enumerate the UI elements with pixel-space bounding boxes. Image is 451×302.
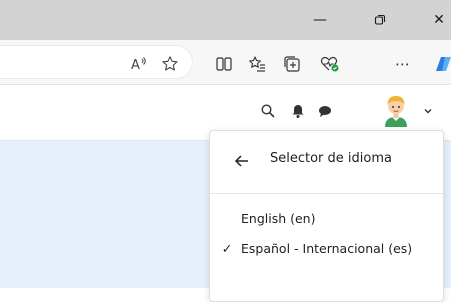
search-icon[interactable] [256, 99, 280, 123]
browser-title-bar: — ✕ [0, 0, 451, 40]
language-selector-menu: Selector de idioma English ‎(en)‎ ✓ Espa… [209, 130, 444, 302]
maximize-button[interactable] [366, 6, 394, 34]
browser-toolbar: A ⋯ [0, 40, 451, 85]
maximize-icon [374, 14, 386, 25]
chat-icon[interactable] [313, 99, 337, 123]
language-menu-header: Selector de idioma [210, 131, 443, 194]
language-option-spanish[interactable]: ✓ Español - Internacional ‎(es)‎ [210, 235, 443, 263]
favorites-icon[interactable] [245, 52, 269, 76]
language-option-label: Español - Internacional ‎(es)‎ [241, 241, 413, 256]
language-option-label: English ‎(en)‎ [241, 211, 316, 226]
chevron-down-icon[interactable] [416, 99, 440, 123]
bell-icon[interactable] [286, 99, 310, 123]
minimize-button[interactable]: — [306, 6, 334, 34]
read-aloud-icon[interactable]: A [127, 52, 151, 76]
language-menu-title: Selector de idioma [270, 151, 392, 166]
checkmark-icon: ✓ [221, 240, 233, 256]
avatar[interactable] [381, 93, 411, 127]
collections-icon[interactable] [280, 52, 304, 76]
favorite-star-icon[interactable] [158, 52, 182, 76]
copilot-icon[interactable] [431, 52, 451, 76]
language-option-english[interactable]: English ‎(en)‎ [210, 205, 443, 233]
close-button[interactable]: ✕ [425, 6, 451, 34]
more-icon[interactable]: ⋯ [391, 52, 415, 76]
browser-essentials-icon[interactable] [318, 52, 342, 76]
back-arrow-icon[interactable] [230, 149, 254, 173]
svg-text:A: A [131, 58, 140, 73]
split-screen-icon[interactable] [212, 52, 236, 76]
